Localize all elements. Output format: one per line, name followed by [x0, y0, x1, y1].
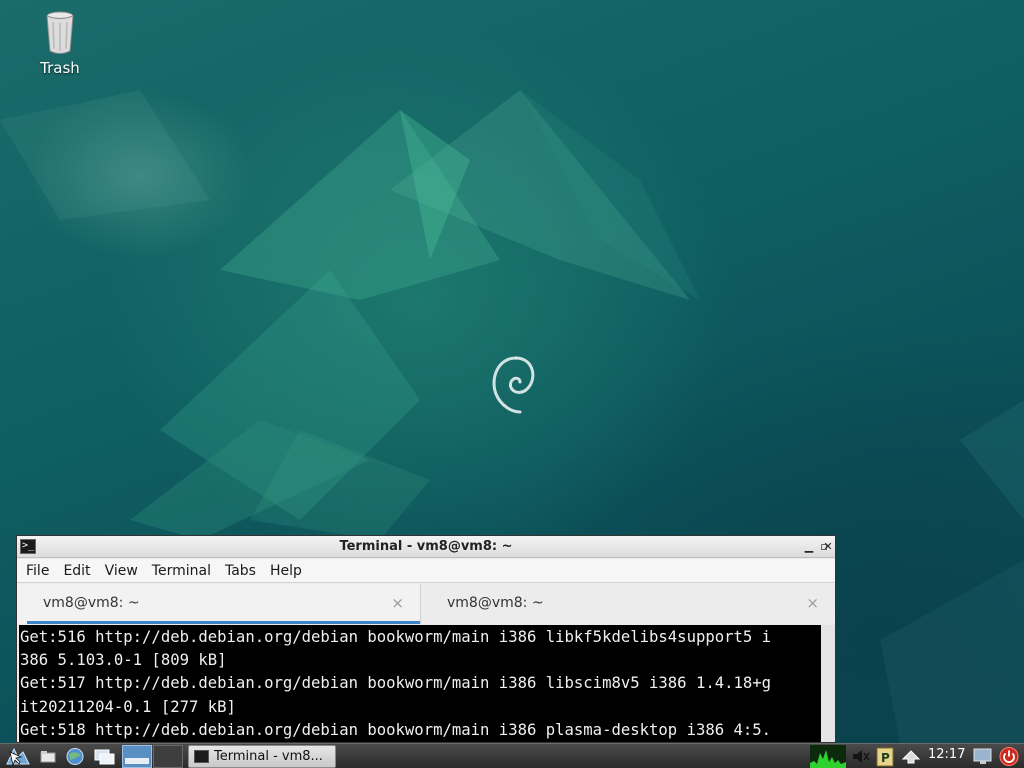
- terminal-line: Get:518 http://deb.debian.org/debian boo…: [20, 720, 772, 739]
- workspace-2[interactable]: [153, 745, 183, 768]
- menu-icon[interactable]: [4, 746, 32, 767]
- menu-file[interactable]: File: [19, 563, 56, 579]
- terminal-scrollbar[interactable]: [821, 625, 835, 742]
- terminal-line: 386 5.103.0-1 [809 kB]: [20, 651, 227, 670]
- desktop-icon-label: Trash: [40, 59, 80, 77]
- tab-label: vm8@vm8: ~: [43, 595, 140, 611]
- tab-1[interactable]: vm8@vm8: ~ ×: [17, 584, 421, 624]
- volume-icon[interactable]: [850, 746, 872, 767]
- tab-close-icon[interactable]: ×: [806, 594, 819, 612]
- file-manager-icon[interactable]: [38, 746, 60, 767]
- workspace-1[interactable]: [122, 745, 152, 768]
- taskbar-panel: Terminal - vm8... P 12:17: [0, 743, 1024, 768]
- terminal-line: it20211204-0.1 [277 kB]: [20, 697, 236, 716]
- debian-swirl-icon: [492, 356, 535, 414]
- clipboard-icon[interactable]: P: [874, 746, 896, 767]
- show-desktop-icon[interactable]: [92, 746, 118, 767]
- terminal-line: Get:516 http://deb.debian.org/debian boo…: [20, 628, 772, 646]
- minimize-button[interactable]: ▁: [802, 539, 816, 554]
- close-button[interactable]: ✕: [821, 539, 835, 554]
- taskbar-item-terminal[interactable]: Terminal - vm8...: [188, 745, 336, 768]
- menu-edit[interactable]: Edit: [56, 563, 97, 579]
- tab-bar: vm8@vm8: ~ × vm8@vm8: ~ ×: [17, 584, 835, 624]
- window-title: Terminal - vm8@vm8: ~: [339, 539, 513, 554]
- window-titlebar[interactable]: >_ Terminal - vm8@vm8: ~ ▁ ▫ ✕: [17, 536, 835, 558]
- svg-text:P: P: [881, 751, 890, 765]
- terminal-window[interactable]: >_ Terminal - vm8@vm8: ~ ▁ ▫ ✕ File Edit…: [16, 535, 836, 743]
- tab-close-icon[interactable]: ×: [391, 594, 404, 612]
- network-icon[interactable]: [900, 746, 922, 767]
- menu-terminal[interactable]: Terminal: [145, 563, 218, 579]
- tab-2[interactable]: vm8@vm8: ~ ×: [421, 584, 835, 624]
- terminal-line: Get:517 http://deb.debian.org/debian boo…: [20, 674, 772, 693]
- clock[interactable]: 12:17: [928, 747, 965, 762]
- menu-help[interactable]: Help: [263, 563, 309, 579]
- menu-bar: File Edit View Terminal Tabs Help: [17, 559, 835, 583]
- menu-view[interactable]: View: [98, 563, 145, 579]
- tab-label: vm8@vm8: ~: [447, 595, 544, 611]
- terminal-output[interactable]: Get:516 http://deb.debian.org/debian boo…: [19, 625, 821, 742]
- power-icon[interactable]: [998, 746, 1020, 767]
- menu-tabs[interactable]: Tabs: [218, 563, 263, 579]
- cpu-monitor-icon[interactable]: [810, 745, 846, 768]
- desktop-icon-trash[interactable]: Trash: [26, 10, 94, 77]
- taskbar-item-label: Terminal - vm8...: [214, 749, 323, 764]
- display-icon[interactable]: [972, 746, 994, 767]
- web-browser-icon[interactable]: [64, 746, 86, 767]
- trash-icon: [46, 11, 74, 54]
- terminal-icon: [194, 750, 209, 763]
